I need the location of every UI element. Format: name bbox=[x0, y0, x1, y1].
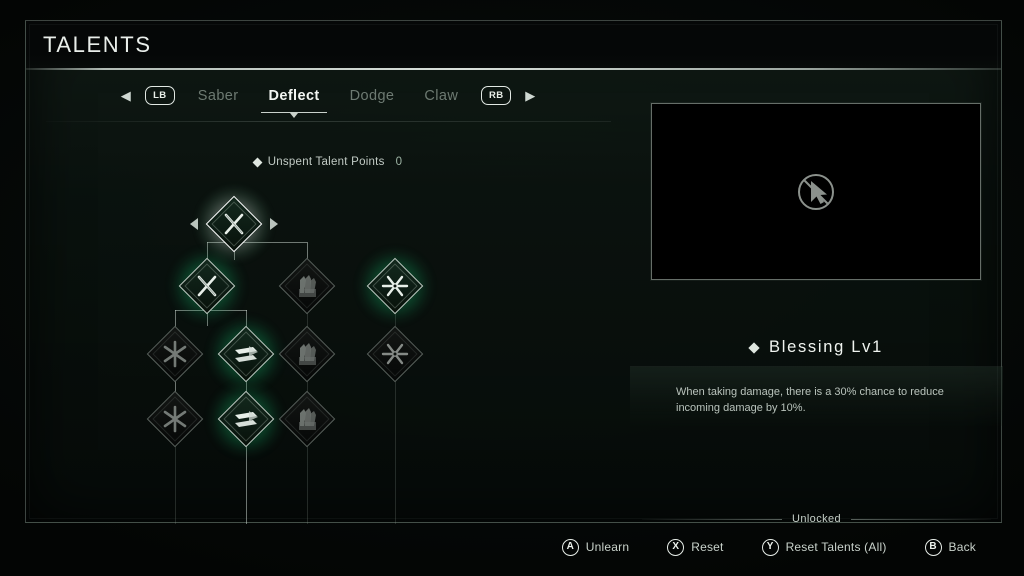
talent-node[interactable] bbox=[278, 325, 336, 383]
talent-description: When taking damage, there is a 30% chanc… bbox=[676, 386, 944, 415]
tab-dodge[interactable]: Dodge bbox=[335, 88, 410, 104]
button-b-icon: B bbox=[924, 538, 942, 556]
talent-node[interactable] bbox=[169, 248, 245, 324]
prompt-unlearn[interactable]: A Unlearn bbox=[561, 538, 630, 556]
tab-label: Deflect bbox=[268, 87, 320, 104]
talent-status-row: Unlocked bbox=[630, 513, 1003, 525]
button-y-icon: Y bbox=[761, 538, 779, 556]
prompt-back[interactable]: B Back bbox=[924, 538, 976, 556]
star-blades-icon bbox=[147, 326, 203, 382]
status-badge: Unlocked bbox=[791, 513, 842, 525]
selection-arrow-left-icon bbox=[190, 218, 198, 230]
prompt-reset-all[interactable]: Y Reset Talents (All) bbox=[761, 538, 887, 556]
tab-label: Dodge bbox=[349, 87, 395, 104]
talents-screen: TALENTS ◀ LB Saber Deflect Dodge Claw RB… bbox=[0, 0, 1024, 576]
tab-deflect[interactable]: Deflect bbox=[253, 87, 334, 118]
tree-connector bbox=[175, 444, 176, 524]
talent-node[interactable] bbox=[146, 390, 204, 448]
tab-label: Saber bbox=[197, 87, 239, 104]
detail-title-row: Blessing Lv1 bbox=[630, 338, 1003, 357]
button-x-icon: X bbox=[667, 538, 685, 556]
talents-panel: TALENTS ◀ LB Saber Deflect Dodge Claw RB… bbox=[25, 20, 1003, 525]
tab-label: Claw bbox=[424, 87, 459, 104]
diamond-icon bbox=[252, 157, 263, 167]
tabbar-divider bbox=[46, 121, 611, 122]
talent-node[interactable] bbox=[190, 186, 278, 262]
selection-arrow-right-icon bbox=[270, 218, 278, 230]
chevron-left-icon[interactable]: ◀ bbox=[115, 89, 137, 102]
chevron-right-icon[interactable]: ▶ bbox=[519, 89, 541, 102]
prompt-label: Reset Talents (All) bbox=[785, 540, 887, 554]
panel-header: TALENTS bbox=[26, 21, 1001, 68]
talent-detail-panel: Blessing Lv1 When taking damage, there i… bbox=[630, 70, 1003, 525]
prompt-label: Back bbox=[948, 540, 976, 554]
gauntlet-icon bbox=[279, 258, 335, 314]
tab-claw[interactable]: Claw bbox=[409, 88, 473, 104]
talent-tree bbox=[26, 176, 630, 524]
right-bumper-button[interactable]: RB bbox=[481, 86, 512, 105]
tab-list: Saber Deflect Dodge Claw bbox=[183, 87, 473, 118]
talent-node[interactable] bbox=[208, 316, 284, 392]
gauntlet-icon bbox=[279, 326, 335, 382]
crossed-swords-icon bbox=[179, 258, 235, 314]
page-title: TALENTS bbox=[43, 32, 152, 57]
unspent-points: Unspent Talent Points 0 bbox=[26, 156, 630, 168]
prompt-label: Reset bbox=[691, 540, 724, 554]
left-bumper-button[interactable]: LB bbox=[144, 86, 175, 105]
unspent-points-value: 0 bbox=[395, 156, 403, 168]
talent-node[interactable] bbox=[366, 325, 424, 383]
category-tabbar: ◀ LB Saber Deflect Dodge Claw RB ▶ bbox=[26, 70, 630, 121]
burst-blades-icon bbox=[367, 326, 423, 382]
talent-node[interactable] bbox=[208, 381, 284, 457]
cursor-disabled-icon bbox=[798, 173, 834, 210]
gauntlet-icon bbox=[279, 391, 335, 447]
unspent-points-label: Unspent Talent Points bbox=[267, 156, 385, 168]
talent-node[interactable] bbox=[278, 390, 336, 448]
talent-title: Blessing Lv1 bbox=[769, 338, 883, 356]
star-blades-icon bbox=[147, 391, 203, 447]
tab-active-notch-icon bbox=[290, 112, 299, 118]
crossed-swords-icon bbox=[206, 196, 262, 252]
prompt-reset[interactable]: X Reset bbox=[667, 538, 724, 556]
diamond-icon bbox=[748, 341, 760, 354]
talent-node[interactable] bbox=[357, 248, 433, 324]
button-prompt-bar: A Unlearn X Reset Y Reset Talents (All) … bbox=[0, 532, 1024, 562]
talent-node[interactable] bbox=[278, 257, 336, 315]
prompt-label: Unlearn bbox=[585, 540, 630, 554]
burst-blades-icon bbox=[367, 258, 423, 314]
tree-connector bbox=[307, 444, 308, 524]
chevron-blade-icon bbox=[218, 391, 274, 447]
talent-node[interactable] bbox=[146, 325, 204, 383]
talent-preview-video[interactable] bbox=[651, 103, 981, 280]
status-divider-right bbox=[851, 518, 991, 520]
talent-description-box: When taking damage, there is a 30% chanc… bbox=[630, 366, 1003, 426]
status-divider-left bbox=[642, 518, 782, 520]
button-a-icon: A bbox=[561, 538, 579, 556]
tab-saber[interactable]: Saber bbox=[183, 88, 254, 104]
tree-connector bbox=[395, 378, 396, 524]
chevron-blade-icon bbox=[218, 326, 274, 382]
